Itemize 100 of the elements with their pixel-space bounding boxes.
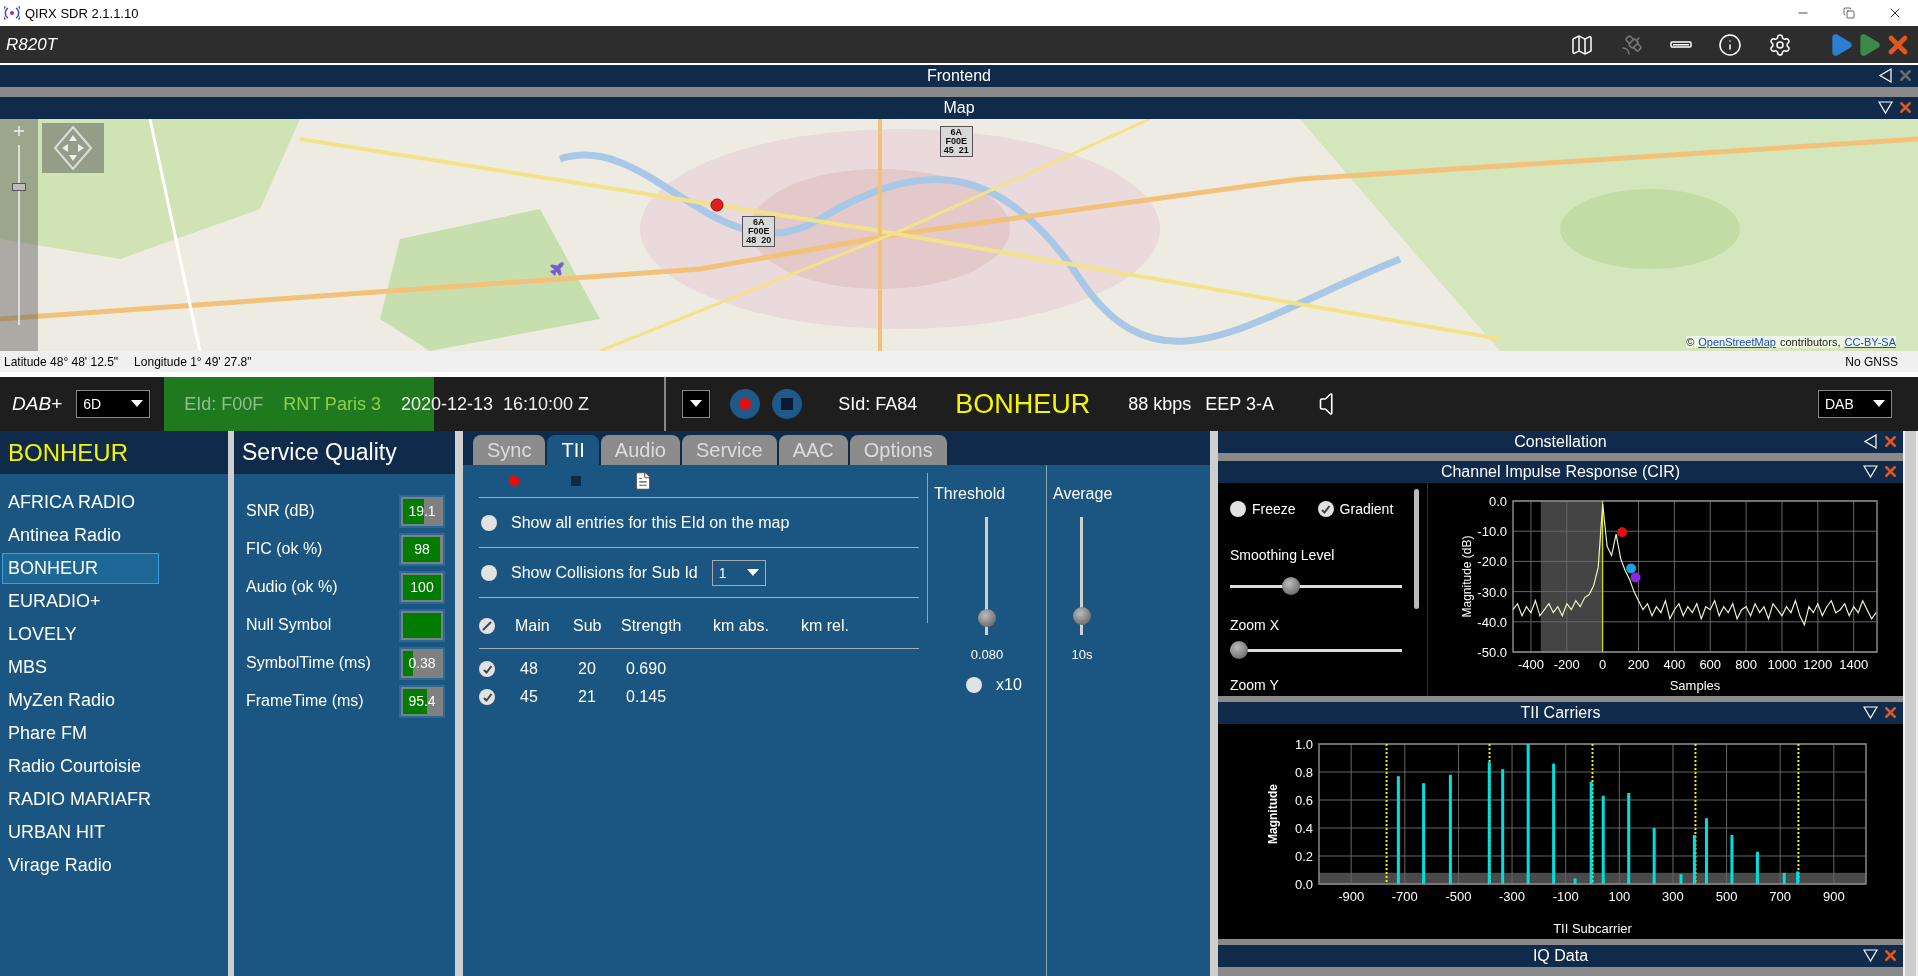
axis-tick-label: -50.0 bbox=[1477, 645, 1507, 660]
tab[interactable]: TII bbox=[547, 435, 599, 465]
slider-label: Smoothing Level bbox=[1230, 547, 1336, 563]
ensemble-name: RNT Paris 3 bbox=[283, 393, 381, 415]
axis-tick-label: 300 bbox=[1662, 889, 1684, 904]
axis-tick-label: 0.2 bbox=[1294, 849, 1313, 864]
metric-label: Audio (ok %) bbox=[246, 578, 338, 596]
table-cell-text: 0.145 bbox=[625, 688, 668, 706]
current-station: BONHEUR bbox=[8, 438, 128, 467]
station-item[interactable]: MBS bbox=[2, 652, 159, 683]
mode-label: DAB+ bbox=[12, 393, 63, 415]
panel-title: Service Quality bbox=[242, 439, 397, 466]
axis-tick-label: 0.0 bbox=[1294, 877, 1313, 892]
metric-label: SNR (dB) bbox=[246, 502, 315, 520]
metric-label: Null Symbol bbox=[246, 616, 332, 634]
slider-label: Zoom X bbox=[1230, 617, 1280, 633]
table-cell-text: 21 bbox=[577, 688, 597, 706]
band-dropdown[interactable]: DAB bbox=[1818, 390, 1892, 418]
latitude-text: Latitude 48° 48' 12.5" bbox=[4, 354, 119, 369]
table-cell-text: 45 bbox=[519, 688, 539, 706]
axis-tick-label: 100 bbox=[1608, 889, 1631, 904]
axis-tick-label: 1200 bbox=[1803, 657, 1833, 672]
attribution-text: © bbox=[1686, 336, 1695, 348]
device-name: R820T bbox=[6, 34, 58, 55]
gnss-status: No GNSS bbox=[1845, 354, 1898, 369]
attribution-text: contributors, bbox=[1779, 336, 1841, 348]
option-label: x10 bbox=[996, 676, 1022, 694]
meter-value: 100 bbox=[410, 579, 434, 595]
axis-tick-label: 0.6 bbox=[1294, 793, 1313, 808]
panel-title: Map bbox=[943, 99, 975, 117]
x-axis-title: Samples bbox=[1669, 678, 1721, 693]
axis-tick-label: 800 bbox=[1735, 657, 1757, 672]
column-header: Main bbox=[515, 617, 551, 635]
table-cell-text: 0.690 bbox=[625, 660, 668, 678]
panel-title: TII Carriers bbox=[1520, 704, 1601, 722]
axis-tick-label: -700 bbox=[1391, 889, 1418, 904]
transmitter-marker[interactable]: 6A F00E 48 20 bbox=[742, 216, 776, 248]
axis-tick-label: -300 bbox=[1499, 889, 1526, 904]
station-item[interactable]: RADIO MARIAFR bbox=[2, 784, 159, 815]
axis-tick-label: -900 bbox=[1338, 889, 1365, 904]
meter-value: 19.1 bbox=[408, 503, 436, 519]
channel-dropdown[interactable]: 6D bbox=[76, 390, 151, 418]
station-item[interactable]: EURADIO+ bbox=[2, 586, 159, 617]
metric-label: SymbolTime (ms) bbox=[246, 654, 371, 672]
slider-label: Zoom Y bbox=[1230, 677, 1280, 693]
panel-title: IQ Data bbox=[1532, 947, 1589, 965]
station-item[interactable]: Phare FM bbox=[2, 718, 159, 749]
meter-value: 98 bbox=[414, 541, 430, 557]
slider-value: 0.080 bbox=[970, 647, 1004, 662]
meter-value: 95.4 bbox=[408, 693, 436, 709]
axis-tick-label: 0.4 bbox=[1294, 821, 1313, 836]
column-header: Sub bbox=[573, 617, 603, 635]
axis-tick-label: 0.8 bbox=[1294, 765, 1313, 780]
axis-tick-label: 200 bbox=[1627, 657, 1650, 672]
metric-label: FrameTime (ms) bbox=[246, 692, 364, 710]
axis-tick-label: -500 bbox=[1445, 889, 1472, 904]
x-axis-title: TII Subcarrier bbox=[1553, 921, 1632, 936]
axis-tick-label: 700 bbox=[1769, 889, 1792, 904]
axis-tick-label: -200 bbox=[1553, 657, 1580, 672]
station-item[interactable]: Antinea Radio bbox=[2, 520, 159, 551]
sub-id-dropdown[interactable]: 1 bbox=[711, 559, 766, 586]
station-item[interactable]: URBAN HIT bbox=[2, 817, 159, 848]
panel-title: Channel Impulse Response (CIR) bbox=[1440, 463, 1681, 481]
attribution-link[interactable]: OpenStreetMap bbox=[1698, 336, 1776, 348]
column-header: km rel. bbox=[801, 617, 850, 635]
axis-tick-label: 500 bbox=[1715, 889, 1738, 904]
slider-value: 10s bbox=[1071, 647, 1093, 662]
ensemble-id: EId: F00F bbox=[184, 393, 264, 415]
axis-tick-label: 1.0 bbox=[1294, 737, 1313, 752]
station-item[interactable]: BONHEUR bbox=[2, 553, 159, 584]
axis-tick-label: 400 bbox=[1663, 657, 1686, 672]
station-item[interactable]: Radio Courtoisie bbox=[2, 751, 159, 782]
window-title: QIRX SDR 2.1.1.10 bbox=[25, 5, 139, 21]
axis-tick-label: -100 bbox=[1552, 889, 1579, 904]
station-item[interactable]: MyZen Radio bbox=[2, 685, 159, 716]
service-name: BONHEUR bbox=[955, 388, 1091, 420]
axis-tick-label: -40.0 bbox=[1477, 614, 1507, 630]
license-link[interactable]: CC-BY-SA bbox=[1844, 336, 1896, 348]
slider-label: Threshold bbox=[934, 485, 1006, 503]
service-id: SId: FA84 bbox=[838, 393, 918, 415]
axis-tick-label: -30.0 bbox=[1477, 584, 1507, 600]
table-cell-text: 48 bbox=[519, 660, 539, 678]
axis-tick-label: 600 bbox=[1699, 657, 1722, 672]
axis-tick-label: -10.0 bbox=[1477, 524, 1507, 540]
longitude-text: Longitude 1° 49' 27.8" bbox=[134, 354, 252, 369]
y-axis-title: Magnitude (dB) bbox=[1460, 535, 1474, 618]
panel-title: Constellation bbox=[1514, 433, 1607, 451]
metric-label: FIC (ok %) bbox=[246, 540, 323, 558]
option-label: Show all entries for this EId on the map bbox=[511, 513, 790, 532]
column-header: Strength bbox=[621, 617, 683, 635]
station-item[interactable]: AFRICA RADIO bbox=[2, 487, 159, 518]
slider-label: Average bbox=[1053, 485, 1113, 503]
station-item[interactable]: LOVELY bbox=[2, 619, 159, 650]
station-item[interactable]: Virage Radio bbox=[2, 850, 159, 881]
axis-tick-label: -400 bbox=[1517, 657, 1544, 672]
checkbox-label: Freeze bbox=[1252, 501, 1296, 517]
date-time: 2020-12-13 16:10:00 Z bbox=[400, 393, 590, 415]
axis-tick-label: -20.0 bbox=[1477, 554, 1507, 570]
bitrate: 88 kbps bbox=[1128, 393, 1192, 415]
axis-tick-label: 900 bbox=[1822, 889, 1845, 904]
